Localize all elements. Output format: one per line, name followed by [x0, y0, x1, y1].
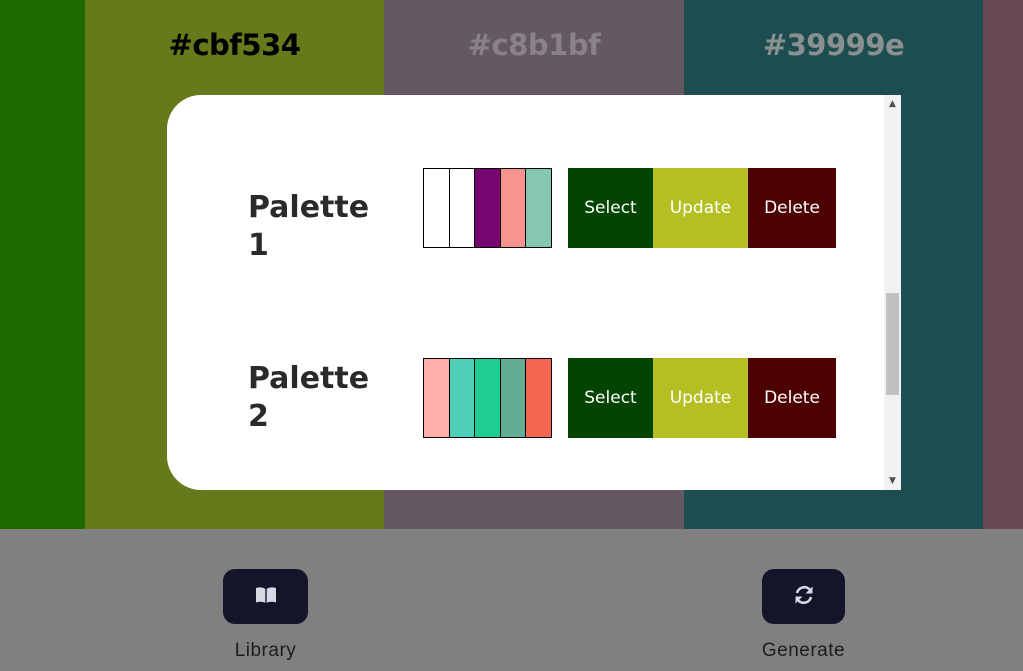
palette-name: Palette 1: [248, 190, 370, 263]
palette-swatch: [424, 169, 450, 247]
modal-scrollbar[interactable]: ▲ ▼: [884, 95, 901, 490]
palette-swatches: [423, 168, 552, 248]
delete-button[interactable]: Delete: [748, 168, 836, 248]
palette-swatch: [424, 359, 450, 437]
select-button[interactable]: Select: [568, 358, 653, 438]
book-open-icon: [255, 586, 277, 608]
scroll-down-icon[interactable]: ▼: [884, 474, 901, 488]
library-button[interactable]: [223, 569, 308, 624]
library-label: Library: [234, 640, 297, 661]
palette-swatch: [475, 169, 501, 247]
bottom-toolbar: Library Generate: [0, 529, 1023, 671]
palette-actions: Select Update Delete: [568, 168, 836, 248]
palette-swatch: [526, 359, 551, 437]
delete-button[interactable]: Delete: [748, 358, 836, 438]
column-hex-label: #39999e: [762, 28, 905, 62]
palette-swatch: [449, 169, 476, 247]
update-button[interactable]: Update: [653, 358, 748, 438]
update-button[interactable]: Update: [653, 168, 748, 248]
color-column-1[interactable]: [0, 0, 85, 529]
select-button[interactable]: Select: [568, 168, 653, 248]
palette-actions: Select Update Delete: [568, 358, 836, 438]
palette-name: Palette 2: [248, 361, 370, 434]
palette-row: Palette 1 Select Update Delete: [167, 168, 884, 263]
palette-swatch: [526, 169, 551, 247]
palette-swatches: [423, 358, 552, 438]
palette-row: Palette 2 Select Update Delete: [167, 358, 884, 438]
palette-swatch: [500, 359, 527, 437]
generate-button[interactable]: [762, 569, 845, 624]
palette-swatch: [475, 359, 501, 437]
scroll-up-icon[interactable]: ▲: [884, 97, 901, 111]
refresh-icon: [793, 584, 815, 610]
column-hex-label: #c8b1bf: [467, 28, 601, 62]
color-column-5[interactable]: [983, 0, 1023, 529]
column-hex-label: #cbf534: [168, 28, 301, 62]
palette-swatch: [500, 169, 527, 247]
palette-library-modal: Palette 1 Select Update Delete Palette 2…: [167, 95, 901, 490]
generate-label: Generate: [761, 640, 846, 661]
palette-swatch: [449, 359, 476, 437]
scroll-thumb[interactable]: [886, 293, 899, 395]
